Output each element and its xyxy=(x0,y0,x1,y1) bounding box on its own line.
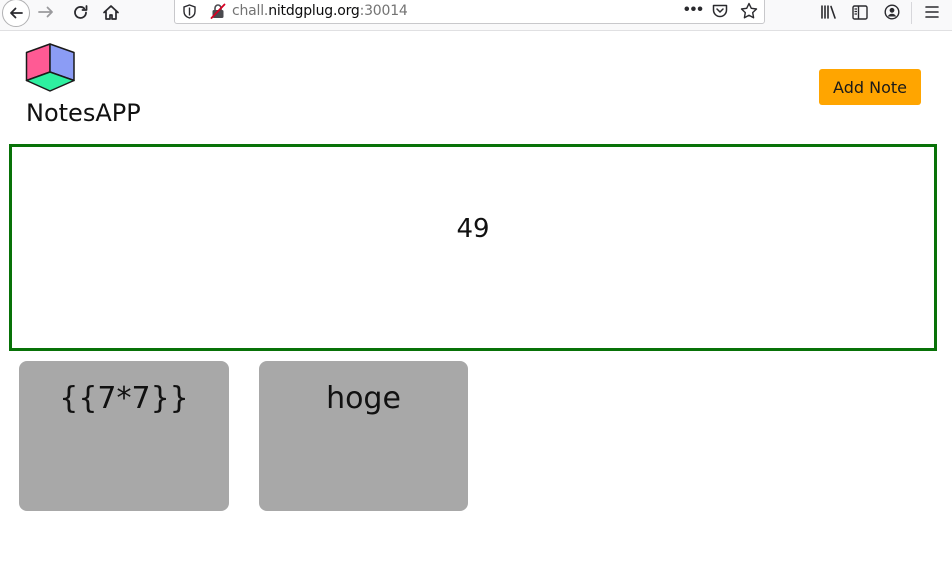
note-card[interactable]: {{7*7}} xyxy=(19,361,229,511)
home-button[interactable] xyxy=(99,0,123,24)
url-port: :30014 xyxy=(359,3,408,19)
shield-icon[interactable] xyxy=(183,4,196,24)
back-button[interactable] xyxy=(0,0,30,28)
url-domain: nitdgplug.org xyxy=(268,3,360,19)
pocket-icon[interactable] xyxy=(712,3,728,23)
note-card[interactable]: hoge xyxy=(259,361,468,511)
menu-button[interactable] xyxy=(923,0,941,24)
browser-toolbar: chall.nitdgplug.org:30014 ••• xyxy=(0,0,952,31)
forward-icon xyxy=(37,4,55,20)
url-text[interactable]: chall.nitdgplug.org:30014 xyxy=(232,3,408,19)
reload-button[interactable] xyxy=(68,0,92,24)
note-display-panel: 49 xyxy=(9,144,937,351)
cube-logo-icon xyxy=(25,43,77,95)
account-button[interactable] xyxy=(882,0,902,24)
insecure-lock-icon[interactable] xyxy=(210,3,226,24)
home-icon xyxy=(102,4,120,21)
library-icon xyxy=(820,4,838,20)
toolbar-separator xyxy=(911,2,912,24)
hamburger-menu-icon xyxy=(924,5,940,19)
library-button[interactable] xyxy=(818,0,840,24)
url-host: chall. xyxy=(232,3,269,19)
note-title: hoge xyxy=(326,381,401,416)
sidebar-icon xyxy=(852,4,868,20)
brand-title: NotesAPP xyxy=(26,99,141,127)
star-icon[interactable] xyxy=(740,2,758,24)
note-title: {{7*7}} xyxy=(59,381,189,416)
forward-button[interactable] xyxy=(34,0,58,24)
reload-icon xyxy=(72,4,89,21)
url-bar[interactable]: chall.nitdgplug.org:30014 ••• xyxy=(174,0,765,24)
add-note-button[interactable]: Add Note xyxy=(819,69,921,105)
sidebar-button[interactable] xyxy=(851,0,869,24)
account-icon xyxy=(884,4,900,20)
back-icon xyxy=(1,0,30,27)
note-display-text: 49 xyxy=(456,214,490,244)
page-actions-button[interactable]: ••• xyxy=(684,1,704,19)
